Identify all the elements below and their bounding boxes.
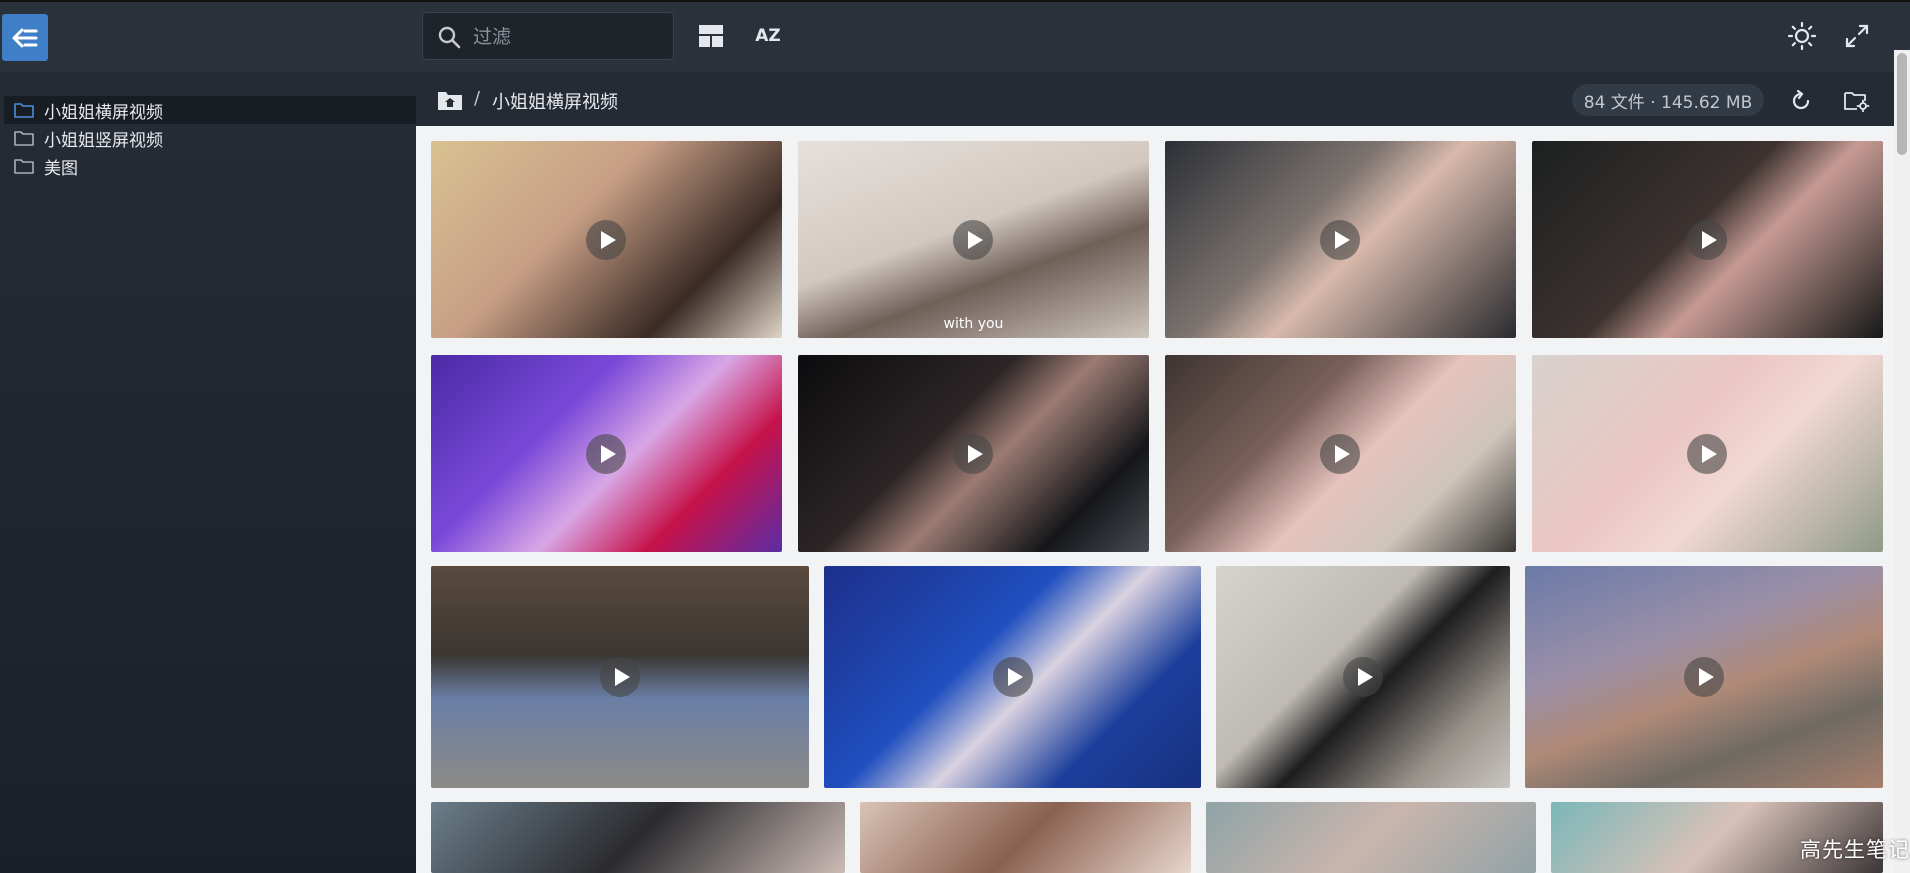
sort-az-label: AZ: [755, 26, 781, 46]
video-caption: with you: [943, 316, 1004, 332]
sidebar-item-horizontal-videos[interactable]: 小姐姐横屏视频: [4, 96, 416, 124]
video-tile[interactable]: [1532, 355, 1883, 552]
video-tile[interactable]: [1165, 141, 1516, 338]
arrow-left-list-icon: [12, 28, 38, 47]
play-icon: [586, 434, 626, 474]
theme-toggle-button[interactable]: [1782, 16, 1822, 56]
play-icon: [1687, 434, 1727, 474]
folder-stats-badge: 84 文件 · 145.62 MB: [1572, 84, 1764, 116]
play-icon: [993, 657, 1033, 697]
video-tile[interactable]: [431, 802, 845, 873]
play-icon: [1687, 220, 1727, 260]
play-icon: [953, 434, 993, 474]
sidebar-item-label: 美图: [44, 158, 78, 179]
video-tile[interactable]: with you: [798, 141, 1149, 338]
video-tile[interactable]: [1165, 355, 1516, 552]
sidebar: [0, 72, 416, 873]
expand-icon: [1845, 24, 1869, 48]
sidebar-item-label: 小姐姐横屏视频: [44, 102, 163, 123]
scrollbar-thumb[interactable]: [1897, 53, 1907, 155]
watermark: 高先生笔记: [1800, 838, 1910, 862]
video-tile[interactable]: [1532, 141, 1883, 338]
video-tile[interactable]: [431, 355, 782, 552]
video-tile[interactable]: [431, 141, 782, 338]
video-tile[interactable]: [1216, 566, 1510, 788]
filter-input[interactable]: [471, 13, 665, 61]
sun-icon: [1788, 22, 1816, 50]
layout-icon: [699, 25, 723, 47]
sidebar-item-images[interactable]: 美图: [4, 152, 416, 180]
home-folder-button[interactable]: [434, 86, 466, 114]
toggle-sidebar-button[interactable]: [2, 14, 48, 61]
video-tile[interactable]: [1206, 802, 1536, 873]
folder-settings-button[interactable]: [1840, 84, 1874, 118]
folder-icon: [14, 103, 34, 118]
breadcrumb-current[interactable]: 小姐姐横屏视频: [492, 88, 618, 114]
layout-toggle-button[interactable]: [691, 16, 731, 56]
play-icon: [1343, 657, 1383, 697]
refresh-icon: [1792, 90, 1810, 110]
play-icon: [1320, 220, 1360, 260]
video-tile[interactable]: [431, 566, 809, 788]
sidebar-item-vertical-videos[interactable]: 小姐姐竖屏视频: [4, 124, 416, 152]
vertical-scrollbar[interactable]: [1894, 50, 1910, 873]
video-tile[interactable]: [860, 802, 1191, 873]
folder-tree: 小姐姐横屏视频 小姐姐竖屏视频 美图: [4, 96, 416, 180]
fullscreen-button[interactable]: [1837, 16, 1877, 56]
play-icon: [600, 657, 640, 697]
folder-settings-icon: [1844, 92, 1870, 112]
home-folder-icon: [438, 92, 462, 110]
video-tile[interactable]: [798, 355, 1149, 552]
video-tile[interactable]: [1525, 566, 1883, 788]
sidebar-item-label: 小姐姐竖屏视频: [44, 130, 163, 151]
folder-icon: [14, 159, 34, 174]
video-tile[interactable]: [824, 566, 1201, 788]
search-icon: [438, 26, 461, 49]
breadcrumb-separator: /: [474, 88, 481, 109]
sort-button[interactable]: AZ: [748, 16, 788, 56]
sidebar-header: [0, 0, 416, 72]
refresh-button[interactable]: [1784, 84, 1818, 118]
filter-search-box[interactable]: [422, 12, 674, 61]
play-icon: [586, 220, 626, 260]
folder-icon: [14, 131, 34, 146]
play-icon: [953, 220, 993, 260]
play-icon: [1320, 434, 1360, 474]
play-icon: [1684, 657, 1724, 697]
